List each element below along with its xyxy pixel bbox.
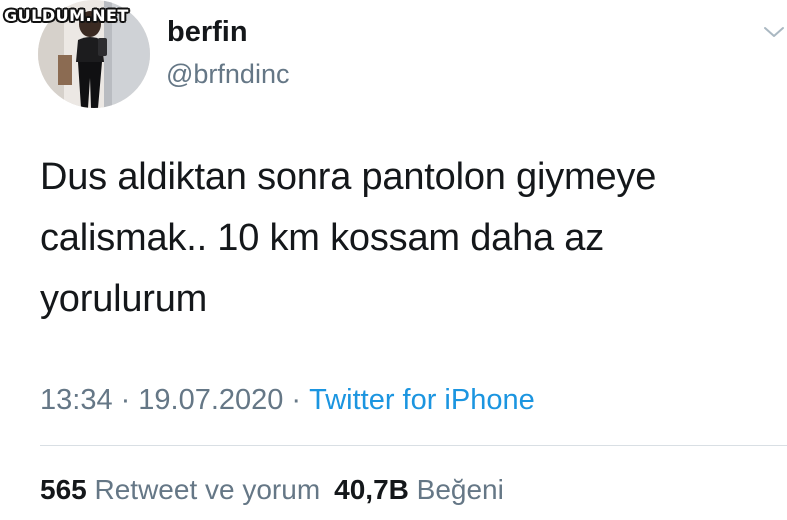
tweet-text: Dus aldiktan sonra pantolon giymeye cali… (40, 147, 780, 330)
meta-separator: · (291, 384, 302, 416)
display-name[interactable]: berfin (167, 14, 248, 50)
tweet-text-line: yorulurum (40, 278, 208, 320)
retweets-label: Retweet ve yorum (94, 474, 321, 505)
watermark-logo: GULDUM.NET (4, 6, 129, 25)
chevron-down-icon[interactable] (762, 22, 786, 42)
tweet-text-line: calismak.. 10 km kossam daha az (40, 217, 605, 259)
meta-separator: · (120, 384, 131, 416)
divider (40, 445, 787, 446)
likes-stat[interactable]: 40,7B Beğeni (334, 474, 504, 505)
user-handle[interactable]: @brfndinc (166, 57, 289, 91)
tweet-text-line: Dus aldiktan sonra pantolon giymeye (40, 156, 657, 198)
likes-count: 40,7B (334, 474, 409, 505)
retweets-stat[interactable]: 565 Retweet ve yorum (40, 474, 320, 505)
likes-label: Beğeni (416, 474, 504, 505)
retweets-count: 565 (40, 474, 87, 505)
tweet-stats: 565 Retweet ve yorum 40,7B Beğeni (40, 472, 504, 508)
tweet-meta: 13:34 · 19.07.2020 · Twitter for iPhone (40, 381, 535, 419)
tweet-date[interactable]: 19.07.2020 (138, 384, 283, 416)
tweet-source-link[interactable]: Twitter for iPhone (309, 384, 535, 416)
tweet-time[interactable]: 13:34 (40, 384, 113, 416)
tweet-card: GULDUM.NET berfin @brfndinc Dus aldiktan… (0, 0, 787, 520)
